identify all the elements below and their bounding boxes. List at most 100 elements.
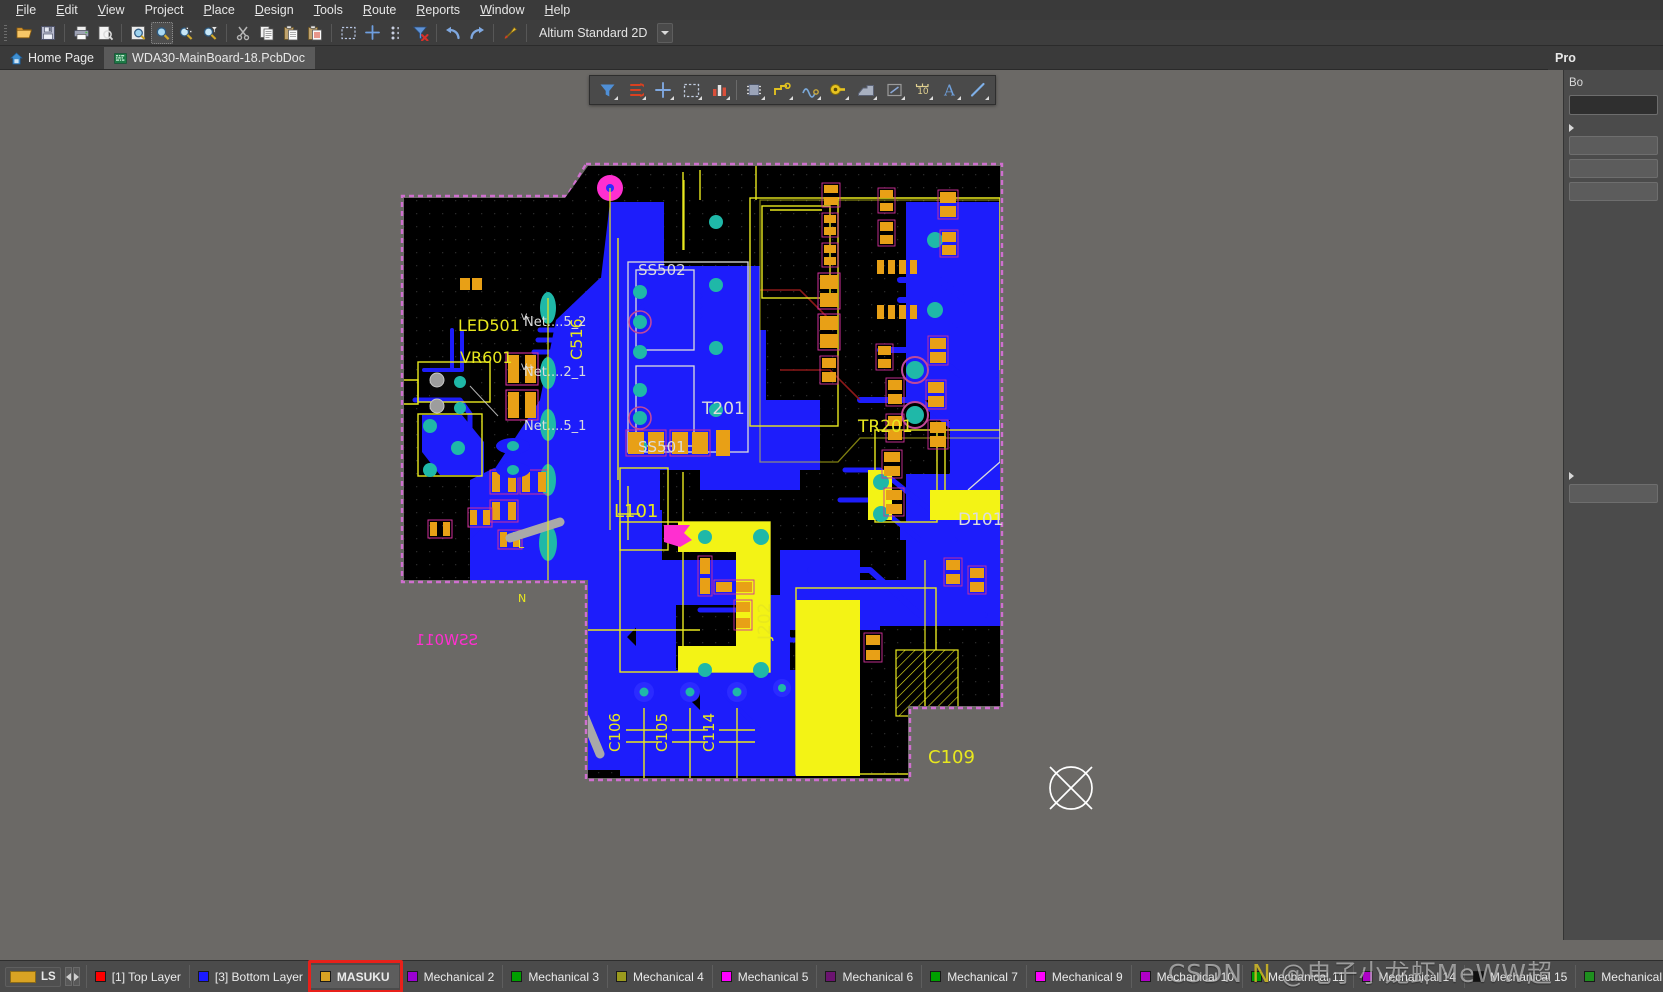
- zoom-document-icon[interactable]: [127, 22, 149, 44]
- layer-color-swatch: [1584, 971, 1596, 982]
- coordinate-icon[interactable]: 10: [909, 78, 935, 102]
- route-track-icon[interactable]: [769, 78, 795, 102]
- cut-icon[interactable]: [232, 22, 254, 44]
- menu-tools[interactable]: Tools: [304, 0, 353, 20]
- svg-text:SS502: SS502: [638, 261, 686, 279]
- layer-tab-mechanical-2[interactable]: Mechanical 2: [399, 965, 504, 988]
- prev-layer-button[interactable]: [64, 967, 72, 986]
- chevron-right-icon-2: [1569, 472, 1574, 480]
- tab-pcb-document[interactable]: WDA30-MainBoard-18.PcbDoc: [104, 47, 316, 69]
- properties-group-1[interactable]: [1569, 124, 1658, 132]
- undo-icon[interactable]: [442, 22, 464, 44]
- layer-tab-mechanical-16[interactable]: Mechanical 16: [1576, 965, 1663, 988]
- layer-color-swatch: [406, 971, 418, 982]
- layer-color-swatch: [930, 971, 942, 982]
- layer-color-swatch: [1361, 971, 1373, 982]
- properties-field-3[interactable]: [1569, 182, 1658, 201]
- magnet-snap-icon[interactable]: [622, 78, 648, 102]
- layer-tab-label: [1] Top Layer: [111, 969, 181, 984]
- layer-tab-mechanical-15[interactable]: Mechanical 15: [1465, 965, 1577, 988]
- tab-home-page[interactable]: Home Page: [0, 47, 104, 69]
- layer-tab-mechanical-5[interactable]: Mechanical 5: [713, 965, 818, 988]
- toolbar-grip[interactable]: [2, 22, 9, 43]
- paste-special-icon[interactable]: [304, 22, 326, 44]
- next-layer-button[interactable]: [72, 967, 80, 986]
- svg-text:SS501: SS501: [638, 438, 686, 456]
- menu-reports[interactable]: Reports: [406, 0, 470, 20]
- layer-color-swatch: [197, 971, 209, 982]
- menu-design[interactable]: Design: [245, 0, 304, 20]
- layer-tab-mechanical-4[interactable]: Mechanical 4: [608, 965, 713, 988]
- polygon-pour-icon[interactable]: [853, 78, 879, 102]
- layer-tab-3-bottom-layer[interactable]: [3] Bottom Layer: [190, 965, 312, 988]
- via-pad-icon[interactable]: [825, 78, 851, 102]
- svg-text:V-: V-: [521, 313, 530, 323]
- open-document-icon[interactable]: [13, 22, 35, 44]
- layer-tab-mechanical-7[interactable]: Mechanical 7: [922, 965, 1027, 988]
- main-toolbar: Altium Standard 2D: [0, 20, 1663, 46]
- layer-tab-mechanical-10[interactable]: Mechanical 10: [1132, 965, 1244, 988]
- svg-text:LED501: LED501: [458, 316, 520, 335]
- menu-file[interactable]: File: [6, 0, 46, 20]
- svg-text:C105: C105: [653, 713, 671, 752]
- menu-help[interactable]: Help: [535, 0, 581, 20]
- layer-status-bar: LS [1] Top Layer [3] Bottom Layer MASUKU Me…: [0, 960, 1663, 992]
- svg-text:J202: J202: [755, 603, 775, 641]
- align-icon[interactable]: [385, 22, 407, 44]
- dimension-icon[interactable]: [881, 78, 907, 102]
- print-icon[interactable]: [70, 22, 92, 44]
- layer-tab-mechanical-11[interactable]: Mechanical 11: [1243, 965, 1354, 988]
- filter-icon[interactable]: [594, 78, 620, 102]
- layer-sets-swatch: [10, 970, 36, 983]
- pcb-canvas[interactable]: LED501 VR601 C516 SS502 SS501 T201 TR201…: [0, 70, 1548, 940]
- zoom-area-icon[interactable]: [151, 21, 173, 44]
- move-icon[interactable]: [361, 22, 383, 44]
- properties-field-4[interactable]: [1569, 484, 1658, 503]
- zoom-selected-icon[interactable]: [175, 22, 197, 44]
- layer-tab-label: Mechanical 10: [1156, 969, 1235, 984]
- clear-filter-icon[interactable]: [409, 22, 431, 44]
- layer-tab-label: Mechanical 4: [633, 969, 704, 984]
- menu-route[interactable]: Route: [353, 0, 406, 20]
- crosshair-origin-icon[interactable]: [650, 78, 676, 102]
- bar-chart-icon[interactable]: [706, 78, 732, 102]
- svg-text:VR601: VR601: [460, 348, 513, 367]
- properties-search-input[interactable]: [1569, 95, 1658, 115]
- layer-tab-mechanical-3[interactable]: Mechanical 3: [503, 965, 609, 988]
- component-ic-icon[interactable]: [741, 78, 767, 102]
- copy-icon[interactable]: [256, 22, 278, 44]
- differential-pair-icon[interactable]: [797, 78, 823, 102]
- menu-view[interactable]: View: [88, 0, 135, 20]
- properties-field-2[interactable]: [1569, 159, 1658, 178]
- layer-tab-label: Mechanical 16: [1601, 969, 1663, 984]
- properties-field-1[interactable]: [1569, 136, 1658, 155]
- layer-tab-label: MASUKU: [336, 969, 390, 984]
- menu-project[interactable]: Project: [135, 0, 194, 20]
- layer-tab-1-top-layer[interactable]: [1] Top Layer: [85, 965, 190, 988]
- print-preview-icon[interactable]: [94, 22, 116, 44]
- home-icon: [10, 52, 23, 65]
- menu-place[interactable]: Place: [194, 0, 245, 20]
- text-string-icon[interactable]: A: [937, 78, 963, 102]
- layer-sets-chip[interactable]: LS: [5, 966, 61, 987]
- save-icon[interactable]: [37, 22, 59, 44]
- layer-color-swatch: [720, 971, 732, 982]
- menu-window[interactable]: Window: [470, 0, 534, 20]
- selection-box-icon[interactable]: [678, 78, 704, 102]
- paste-icon[interactable]: [280, 22, 302, 44]
- layer-tab-mechanical-6[interactable]: Mechanical 6: [817, 965, 923, 988]
- cross-probe-icon[interactable]: [499, 22, 521, 44]
- layer-tab-mechanical-9[interactable]: Mechanical 9: [1027, 965, 1132, 988]
- layer-tab-mechanical-14[interactable]: Mechanical 14: [1354, 965, 1465, 988]
- redo-icon[interactable]: [466, 22, 488, 44]
- menu-edit[interactable]: Edit: [46, 0, 88, 20]
- tab-pcb-document-label: WDA30-MainBoard-18.PcbDoc: [132, 51, 306, 65]
- svg-text:TR201: TR201: [857, 417, 913, 437]
- line-icon[interactable]: [965, 78, 991, 102]
- design-mode-dropdown[interactable]: [657, 22, 674, 43]
- properties-group-2[interactable]: [1569, 472, 1658, 480]
- layer-color-swatch: [319, 971, 331, 982]
- select-area-icon[interactable]: [337, 22, 359, 44]
- layer-tab-masuku[interactable]: MASUKU: [311, 965, 399, 988]
- zoom-filter-icon[interactable]: [199, 22, 221, 44]
